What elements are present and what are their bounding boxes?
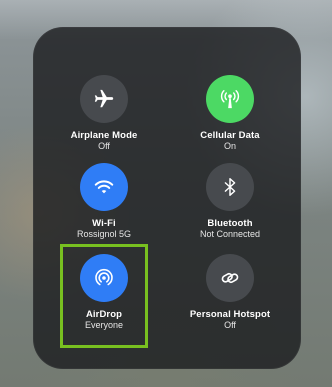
airplane-icon	[93, 88, 115, 110]
airplane-mode-toggle[interactable]: Airplane Mode Off	[44, 75, 164, 175]
airdrop-button[interactable]	[80, 254, 128, 302]
wifi-button[interactable]	[80, 163, 128, 211]
link-icon	[219, 267, 241, 289]
wifi-label: Wi-Fi	[92, 218, 116, 229]
airdrop-label: AirDrop	[85, 309, 123, 320]
personal-hotspot-toggle[interactable]: Personal Hotspot Off	[170, 254, 290, 354]
connectivity-panel: Airplane Mode Off Cellular Data On Wi-Fi…	[33, 27, 301, 369]
cellular-data-toggle[interactable]: Cellular Data On	[170, 75, 290, 175]
airplane-mode-status: Off	[98, 141, 110, 151]
bluetooth-label: Bluetooth	[207, 218, 253, 229]
airdrop-toggle[interactable]: AirDrop Everyone	[44, 254, 164, 354]
antenna-icon	[219, 88, 241, 110]
cellular-data-button[interactable]	[206, 75, 254, 123]
airplane-mode-label: Airplane Mode	[70, 130, 138, 141]
cellular-data-status: On	[223, 141, 236, 151]
bluetooth-button[interactable]	[206, 163, 254, 211]
airdrop-icon	[92, 266, 116, 290]
wifi-icon	[93, 176, 115, 198]
bluetooth-status: Not Connected	[199, 229, 261, 239]
personal-hotspot-status: Off	[224, 320, 236, 330]
wifi-toggle[interactable]: Wi-Fi Rossignol 5G	[44, 163, 164, 263]
personal-hotspot-button[interactable]	[206, 254, 254, 302]
bluetooth-toggle[interactable]: Bluetooth Not Connected	[170, 163, 290, 263]
bluetooth-icon	[219, 176, 241, 198]
airdrop-status: Everyone	[84, 320, 124, 330]
airplane-mode-button[interactable]	[80, 75, 128, 123]
cellular-data-label: Cellular Data	[200, 130, 260, 141]
personal-hotspot-label: Personal Hotspot	[189, 309, 271, 320]
wifi-network-name: Rossignol 5G	[76, 229, 132, 239]
